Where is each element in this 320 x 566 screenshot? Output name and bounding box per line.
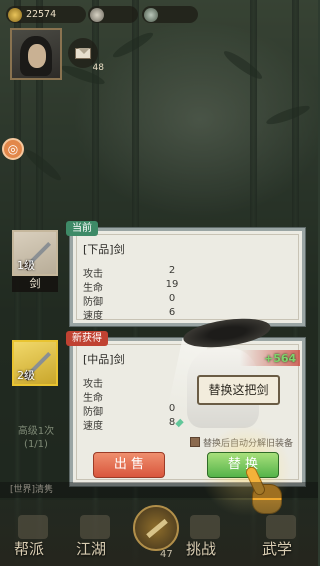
stat-value: 2 — [168, 265, 176, 276]
nav-item-gang[interactable]: 帮派 — [14, 538, 44, 559]
sell-button[interactable]: 出 售 — [93, 452, 165, 478]
center-count: 47 — [160, 549, 173, 560]
slot-level: 2级 — [17, 369, 35, 382]
new-title: [中品]剑 — [83, 353, 125, 366]
slot-name: 剑 — [12, 276, 58, 292]
side-event-button[interactable]: ◎ — [2, 138, 24, 160]
stat-value: 19 — [165, 279, 179, 290]
nav-item-challenge[interactable]: 挑战 — [186, 538, 216, 559]
resource-counter[interactable]: 22574 — [6, 6, 86, 23]
current-sword-slot[interactable]: 1级 — [12, 230, 58, 276]
draw-count: 高级1次 (1/1) — [17, 426, 55, 450]
stat-value: 6 — [168, 307, 176, 318]
mail-count: 48 — [92, 63, 104, 73]
jianghu-icon — [80, 515, 110, 539]
mail-icon — [75, 47, 91, 59]
power-bonus: +564 — [264, 352, 297, 365]
center-sword-button[interactable] — [133, 505, 179, 551]
stat-label: 攻击 — [83, 269, 103, 280]
jade-icon — [90, 7, 104, 22]
stat-label: 速度 — [83, 421, 103, 432]
stat-label: 速度 — [83, 311, 103, 322]
mail-button[interactable]: 48 — [68, 38, 104, 73]
resource-counter-3[interactable] — [142, 6, 198, 23]
stat-label: 攻击 — [83, 379, 103, 390]
resource-counter-2[interactable] — [88, 6, 138, 23]
current-title: [下品]剑 — [83, 243, 125, 256]
new-tag: 新获得 — [66, 331, 108, 346]
chat-bar[interactable]: [世界]清隽 — [0, 482, 318, 498]
challenge-icon — [190, 515, 220, 539]
energy-icon — [144, 7, 158, 22]
stat-label: 生命 — [83, 393, 103, 404]
current-tag: 当前 — [66, 221, 98, 236]
coin-icon — [8, 7, 22, 22]
gang-icon — [18, 515, 48, 539]
nav-item-jianghu[interactable]: 江湖 — [76, 538, 106, 559]
nav-item-martial[interactable]: 武学 — [262, 538, 292, 559]
resource-value: 22574 — [26, 9, 57, 20]
replace-hint-popup: 替换这把剑 — [197, 375, 280, 405]
stat-label: 生命 — [83, 283, 103, 294]
stat-label: 防御 — [83, 297, 103, 308]
new-sword-slot[interactable]: 2级 — [12, 340, 58, 386]
auto-dismantle-checkbox[interactable] — [190, 437, 200, 447]
stat-value: 0 — [168, 293, 176, 304]
current-equipment-panel: [下品]剑 攻击 2 生命 19 防御 0 速度 6 — [70, 228, 305, 326]
player-avatar[interactable] — [10, 28, 62, 80]
martial-icon — [266, 515, 296, 539]
stat-label: 防御 — [83, 407, 103, 418]
slot-level: 1级 — [17, 259, 35, 272]
